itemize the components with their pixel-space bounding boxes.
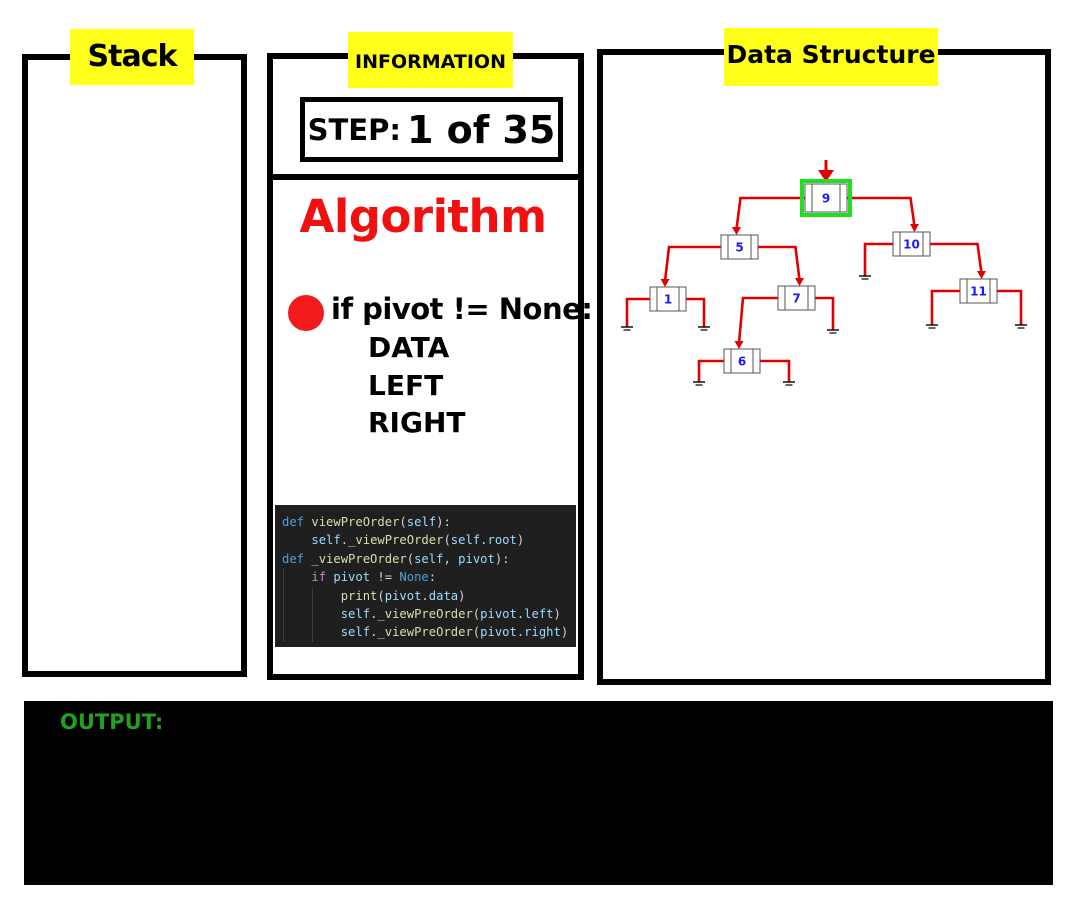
step-counter: STEP: 1 of 35 <box>300 97 563 162</box>
tree-edge <box>663 245 721 282</box>
code-token: ( <box>399 515 407 529</box>
tree-edge <box>735 196 805 230</box>
tree-node-value: 1 <box>664 293 672 307</box>
indent-guide <box>312 586 313 642</box>
code-token: ): <box>436 515 451 529</box>
code-token: self <box>450 533 481 548</box>
arrow-head <box>910 224 919 232</box>
algorithm-line-left: LEFT <box>368 369 444 402</box>
output-panel <box>24 701 1053 885</box>
indent-guide <box>283 568 284 642</box>
code-token: viewPreOrder <box>311 515 400 529</box>
code-token: ) <box>516 533 525 548</box>
code-token: self <box>406 515 437 529</box>
step-value: 1 of 35 <box>406 107 556 152</box>
tree-edge <box>930 242 983 274</box>
code-token: ( <box>406 551 415 566</box>
code-line: def _viewPreOrder(self, pivot): <box>275 550 576 568</box>
code-token: self <box>340 606 371 621</box>
null-link <box>863 242 893 276</box>
null-link <box>930 289 960 325</box>
code-token: ( <box>443 533 451 548</box>
code-line: def viewPreOrder(self): <box>275 513 576 531</box>
code-token: != <box>370 570 400 585</box>
code-token: _viewPreOrder <box>377 625 473 640</box>
code-token: def <box>282 515 312 529</box>
binary-tree-diagram: 9 5 10 1 7 11 6 <box>621 160 1027 386</box>
tree-node-value: 11 <box>970 285 987 299</box>
code-token: root <box>487 533 517 548</box>
null-link <box>625 297 650 327</box>
code-token: ): <box>494 551 510 566</box>
arrow-head <box>734 341 744 349</box>
code-line: self._viewPreOrder(pivot.right) <box>275 623 576 641</box>
null-link <box>697 359 724 382</box>
tree-node-value: 10 <box>903 238 920 252</box>
information-title: INFORMATION <box>348 32 513 88</box>
code-token: None <box>399 570 429 585</box>
code-token: ) <box>553 606 561 621</box>
code-token: right <box>524 625 561 640</box>
code-token: pivot <box>333 570 371 585</box>
code-token: print <box>340 588 378 603</box>
output-label: OUTPUT: <box>60 710 164 734</box>
code-token: _viewPreOrder <box>311 551 407 566</box>
tree-edge <box>847 196 916 227</box>
code-token: self <box>340 625 371 640</box>
code-token: if <box>311 570 334 585</box>
code-token: , <box>443 551 459 566</box>
step-label: STEP: <box>307 112 401 147</box>
null-link <box>815 296 835 330</box>
code-token: pivot <box>480 606 517 621</box>
null-link <box>686 297 706 327</box>
code-token: ) <box>458 588 466 603</box>
arrow-head <box>732 227 741 235</box>
null-link <box>760 359 791 382</box>
stack-panel <box>22 54 247 677</box>
code-token: def <box>282 551 312 566</box>
arrow-head <box>977 271 986 279</box>
code-token: pivot <box>480 625 517 640</box>
code-token: pivot <box>384 588 422 603</box>
arrow-head <box>795 278 804 286</box>
code-token: _viewPreOrder <box>348 533 444 548</box>
algorithm-line-data: DATA <box>368 331 450 364</box>
code-block: def viewPreOrder(self): self._viewPreOrd… <box>275 505 576 647</box>
arrow-head <box>660 279 670 287</box>
stack-title: Stack <box>70 29 194 85</box>
code-token: _viewPreOrder <box>377 606 473 621</box>
code-token: left <box>524 606 554 621</box>
algorithm-line-condition: if pivot != None: <box>331 292 593 326</box>
null-link <box>997 289 1023 325</box>
tree-node-value: 6 <box>738 355 746 369</box>
code-token: : <box>428 570 437 585</box>
code-token: . <box>340 533 349 548</box>
code-line: print(pivot.data) <box>275 587 576 605</box>
code-token: . <box>480 533 488 548</box>
code-line: if pivot != None: <box>275 568 576 586</box>
tree-edge <box>737 296 778 344</box>
code-token: ( <box>377 588 385 603</box>
current-line-indicator <box>288 295 324 331</box>
code-token: self <box>311 533 341 548</box>
data-structure-title: Data Structure <box>724 28 938 86</box>
information-divider <box>267 174 584 180</box>
tree-edge <box>758 245 801 281</box>
code-token: ) <box>560 625 569 640</box>
code-token: . <box>421 588 429 603</box>
algorithm-title: Algorithm <box>299 190 547 243</box>
tree-node-value: 7 <box>792 292 800 306</box>
code-token: self <box>414 551 444 566</box>
tree-node-value: 9 <box>822 192 830 206</box>
tree-node-value: 5 <box>735 241 743 255</box>
code-token: pivot <box>458 551 495 566</box>
code-line: self._viewPreOrder(pivot.left) <box>275 605 576 623</box>
code-line: self._viewPreOrder(self.root) <box>275 531 576 549</box>
code-token: data <box>428 588 459 603</box>
algorithm-line-right: RIGHT <box>368 406 466 439</box>
